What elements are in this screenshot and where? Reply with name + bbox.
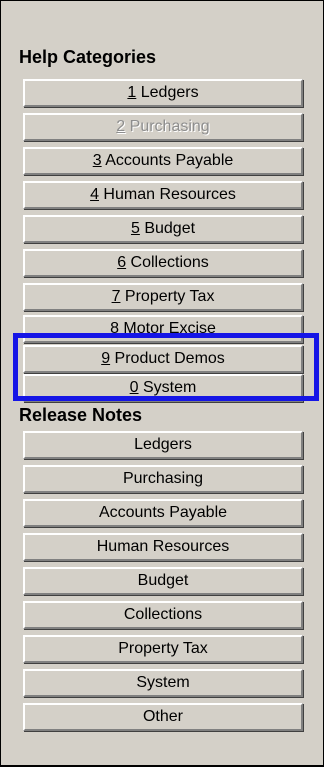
release-notes-heading: Release Notes: [19, 405, 143, 425]
help-ledgers-button[interactable]: 1 Ledgers: [23, 79, 303, 107]
help-categories-heading: Help Categories: [19, 47, 157, 67]
help-product-demos-button[interactable]: 9 Product Demos: [23, 345, 303, 373]
help-accounts-payable-button[interactable]: 3 Accounts Payable: [23, 147, 303, 175]
release-human-resources-button[interactable]: Human Resources: [23, 533, 303, 561]
help-property-tax-button[interactable]: 7 Property Tax: [23, 283, 303, 311]
help-system-button[interactable]: 0 System: [23, 374, 303, 402]
release-other-button[interactable]: Other: [23, 703, 303, 731]
help-motor-excise-button[interactable]: 8 Motor Excise: [23, 315, 303, 343]
help-collections-button[interactable]: 6 Collections: [23, 249, 303, 277]
release-system-button[interactable]: System: [23, 669, 303, 697]
release-property-tax-button[interactable]: Property Tax: [23, 635, 303, 663]
release-budget-button[interactable]: Budget: [23, 567, 303, 595]
release-accounts-payable-button[interactable]: Accounts Payable: [23, 499, 303, 527]
help-human-resources-button[interactable]: 4 Human Resources: [23, 181, 303, 209]
release-ledgers-button[interactable]: Ledgers: [23, 431, 303, 459]
help-panel: Help Categories 1 Ledgers 2 Purchasing 3…: [0, 0, 324, 767]
help-purchasing-button: 2 Purchasing: [23, 113, 303, 141]
release-purchasing-button[interactable]: Purchasing: [23, 465, 303, 493]
help-budget-button[interactable]: 5 Budget: [23, 215, 303, 243]
release-collections-button[interactable]: Collections: [23, 601, 303, 629]
